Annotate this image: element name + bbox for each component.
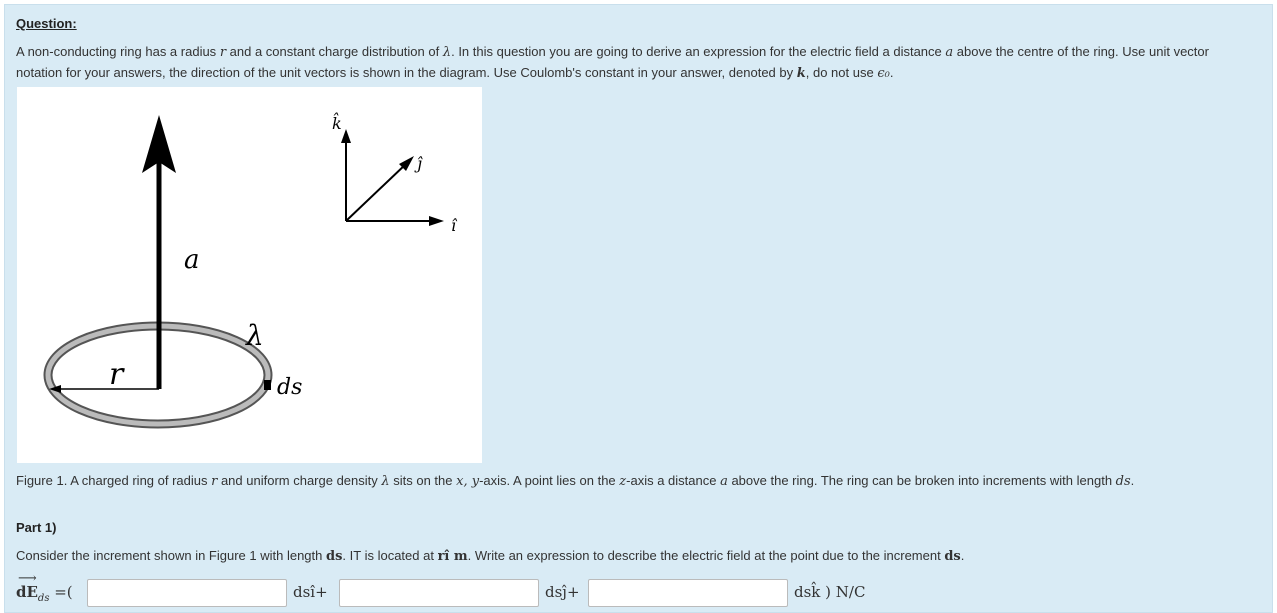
term-k-label: dsk̂ ) N/C — [794, 583, 866, 601]
label-a: a — [184, 245, 200, 275]
label-j-hat: ĵ — [414, 154, 423, 173]
answer-input-j[interactable] — [339, 579, 539, 607]
answer-input-i[interactable] — [87, 579, 287, 607]
label-ds: ds — [277, 375, 302, 400]
answer-input-k[interactable] — [588, 579, 788, 607]
term-i-label: dsî+ — [293, 583, 328, 601]
answer-row: ⟶ dEds =( dsî+ dsĵ+ dsk̂ ) N/C — [16, 571, 1266, 609]
ds-segment — [264, 380, 271, 390]
vector-arrow-icon: ⟶ — [18, 571, 37, 586]
term-j-label: dsĵ+ — [545, 583, 580, 601]
question-heading: Question: — [16, 16, 77, 31]
label-i-hat: î — [451, 216, 458, 235]
label-k-hat: k̂ — [332, 113, 342, 133]
question-panel: Question: A non-conducting ring has a ra… — [4, 4, 1273, 613]
part-instruction: Consider the increment shown in Figure 1… — [16, 548, 965, 564]
label-r: r — [109, 357, 125, 392]
part-label: Part 1) — [16, 520, 57, 535]
unit-vector-axes — [341, 129, 444, 226]
question-text: A non-conducting ring has a radius r and… — [16, 44, 1209, 81]
figure-ring-diagram: a λ r ds k̂ ĵ î — [17, 87, 482, 463]
answer-lhs: ⟶ dEds =( — [16, 571, 73, 604]
figure-caption: Figure 1. A charged ring of radius r and… — [16, 473, 1135, 489]
ring-diagram-svg: a λ r ds k̂ ĵ î — [43, 113, 458, 429]
label-lambda: λ — [245, 319, 264, 352]
